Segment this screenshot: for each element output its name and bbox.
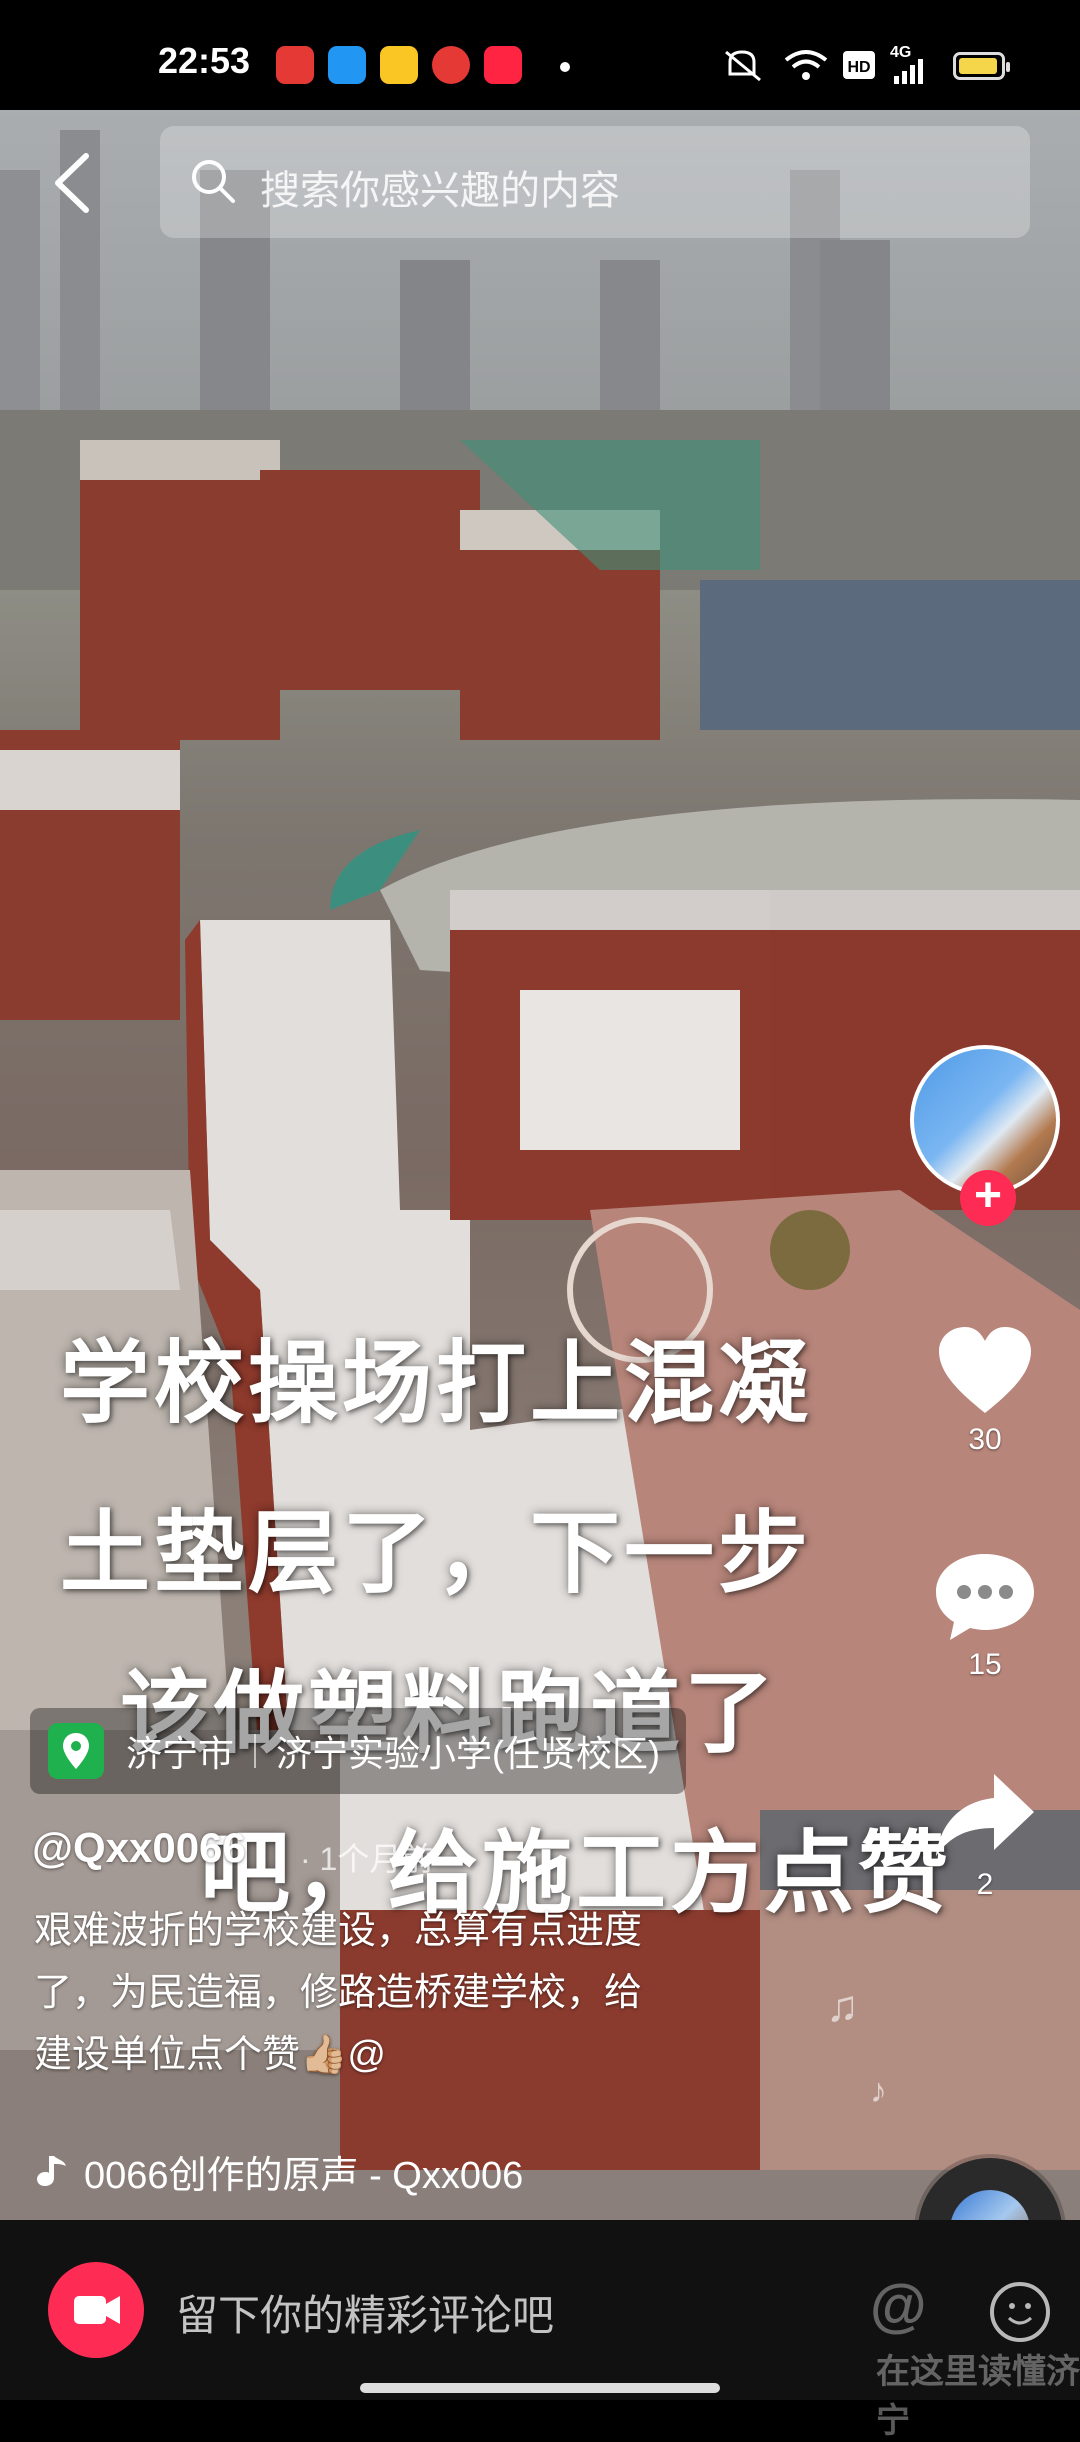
emoji-icon[interactable]	[990, 2282, 1050, 2342]
back-icon[interactable]	[44, 148, 104, 218]
location-city: 济宁市	[126, 1733, 235, 1774]
comment-button[interactable]: 15	[930, 1550, 1040, 1682]
comment-count: 15	[968, 1648, 1002, 1681]
mute-icon	[725, 50, 761, 82]
battery-icon	[953, 52, 1010, 80]
location-tag[interactable]: 济宁市 济宁实验小学(任贤校区)	[30, 1708, 686, 1794]
share-count: 2	[976, 1868, 994, 1901]
music-note-icon	[37, 2155, 66, 2186]
description-line: 建设单位点个赞👍🏼@	[34, 2034, 386, 2076]
status-time: 22:53	[158, 40, 251, 81]
watermark-at: @	[870, 2273, 927, 2338]
watermark-text: 在这里读懂济宁	[876, 2353, 1080, 2440]
heart-icon	[939, 1327, 1031, 1413]
more-dot-icon	[560, 62, 570, 72]
music-disc-cover	[950, 2190, 1030, 2220]
comment-icon	[936, 1554, 1034, 1640]
music-title: 0066创作的原声 - Qxx006	[84, 2155, 524, 2197]
post-description[interactable]: 艰难波折的学校建设，总算有点进度 了，为民造福，修路造桥建学校，给 建设单位点个…	[34, 1900, 794, 2086]
location-divider	[254, 1734, 257, 1768]
home-indicator[interactable]	[360, 2383, 720, 2393]
video-caption-line-1: 学校操场打上混凝	[60, 1334, 812, 1434]
like-count: 30	[968, 1423, 1002, 1456]
record-button[interactable]	[48, 2262, 144, 2358]
hd-icon: HD	[843, 51, 875, 79]
notes-icon	[380, 46, 418, 84]
status-bar: 22:53 HD 4G	[0, 0, 1080, 110]
svg-text:HD: HD	[847, 59, 870, 76]
camera-icon	[74, 2296, 120, 2324]
description-line: 了，为民造福，修路造桥建学校，给	[34, 1972, 643, 2014]
comment-input[interactable]: 留下你的精彩评论吧	[176, 2282, 554, 2343]
xiaohongshu-icon	[484, 46, 522, 84]
like-button[interactable]: 30	[930, 1325, 1040, 1457]
search-bar[interactable]: 搜索你感兴趣的内容	[160, 126, 1030, 238]
share-button[interactable]: 2	[930, 1770, 1040, 1902]
post-time: · 1个月前	[300, 1841, 434, 1877]
floating-note-icon: ♫	[826, 1982, 859, 2031]
wifi-icon	[784, 50, 828, 80]
search-icon	[192, 160, 235, 203]
comment-bar: 留下你的精彩评论吧 @ 在这里读懂济宁	[0, 2220, 1080, 2440]
floating-note-icon: ♪	[870, 2072, 887, 2110]
video-player[interactable]: 搜索你感兴趣的内容 学校操场打上混凝 土垫层了，下一步 该做塑料跑道了 吧，给施…	[0, 110, 1080, 2220]
location-place: 济宁实验小学(任贤校区)	[276, 1733, 660, 1774]
music-info[interactable]: 0066创作的原声 - Qxx006	[30, 2144, 523, 2199]
video-icon	[432, 46, 470, 84]
video-caption-line-2: 土垫层了，下一步	[60, 1504, 812, 1604]
follow-button[interactable]: +	[960, 1170, 1016, 1226]
signal-icon	[894, 59, 923, 84]
share-icon	[936, 1774, 1034, 1856]
location-pin-icon	[48, 1723, 104, 1779]
author-name[interactable]: @Qxx0066	[32, 1824, 246, 1872]
toutiao-icon	[276, 46, 314, 84]
description-line: 艰难波折的学校建设，总算有点进度	[34, 1910, 643, 1952]
browser-icon	[328, 46, 366, 84]
search-placeholder: 搜索你感兴趣的内容	[260, 169, 620, 213]
